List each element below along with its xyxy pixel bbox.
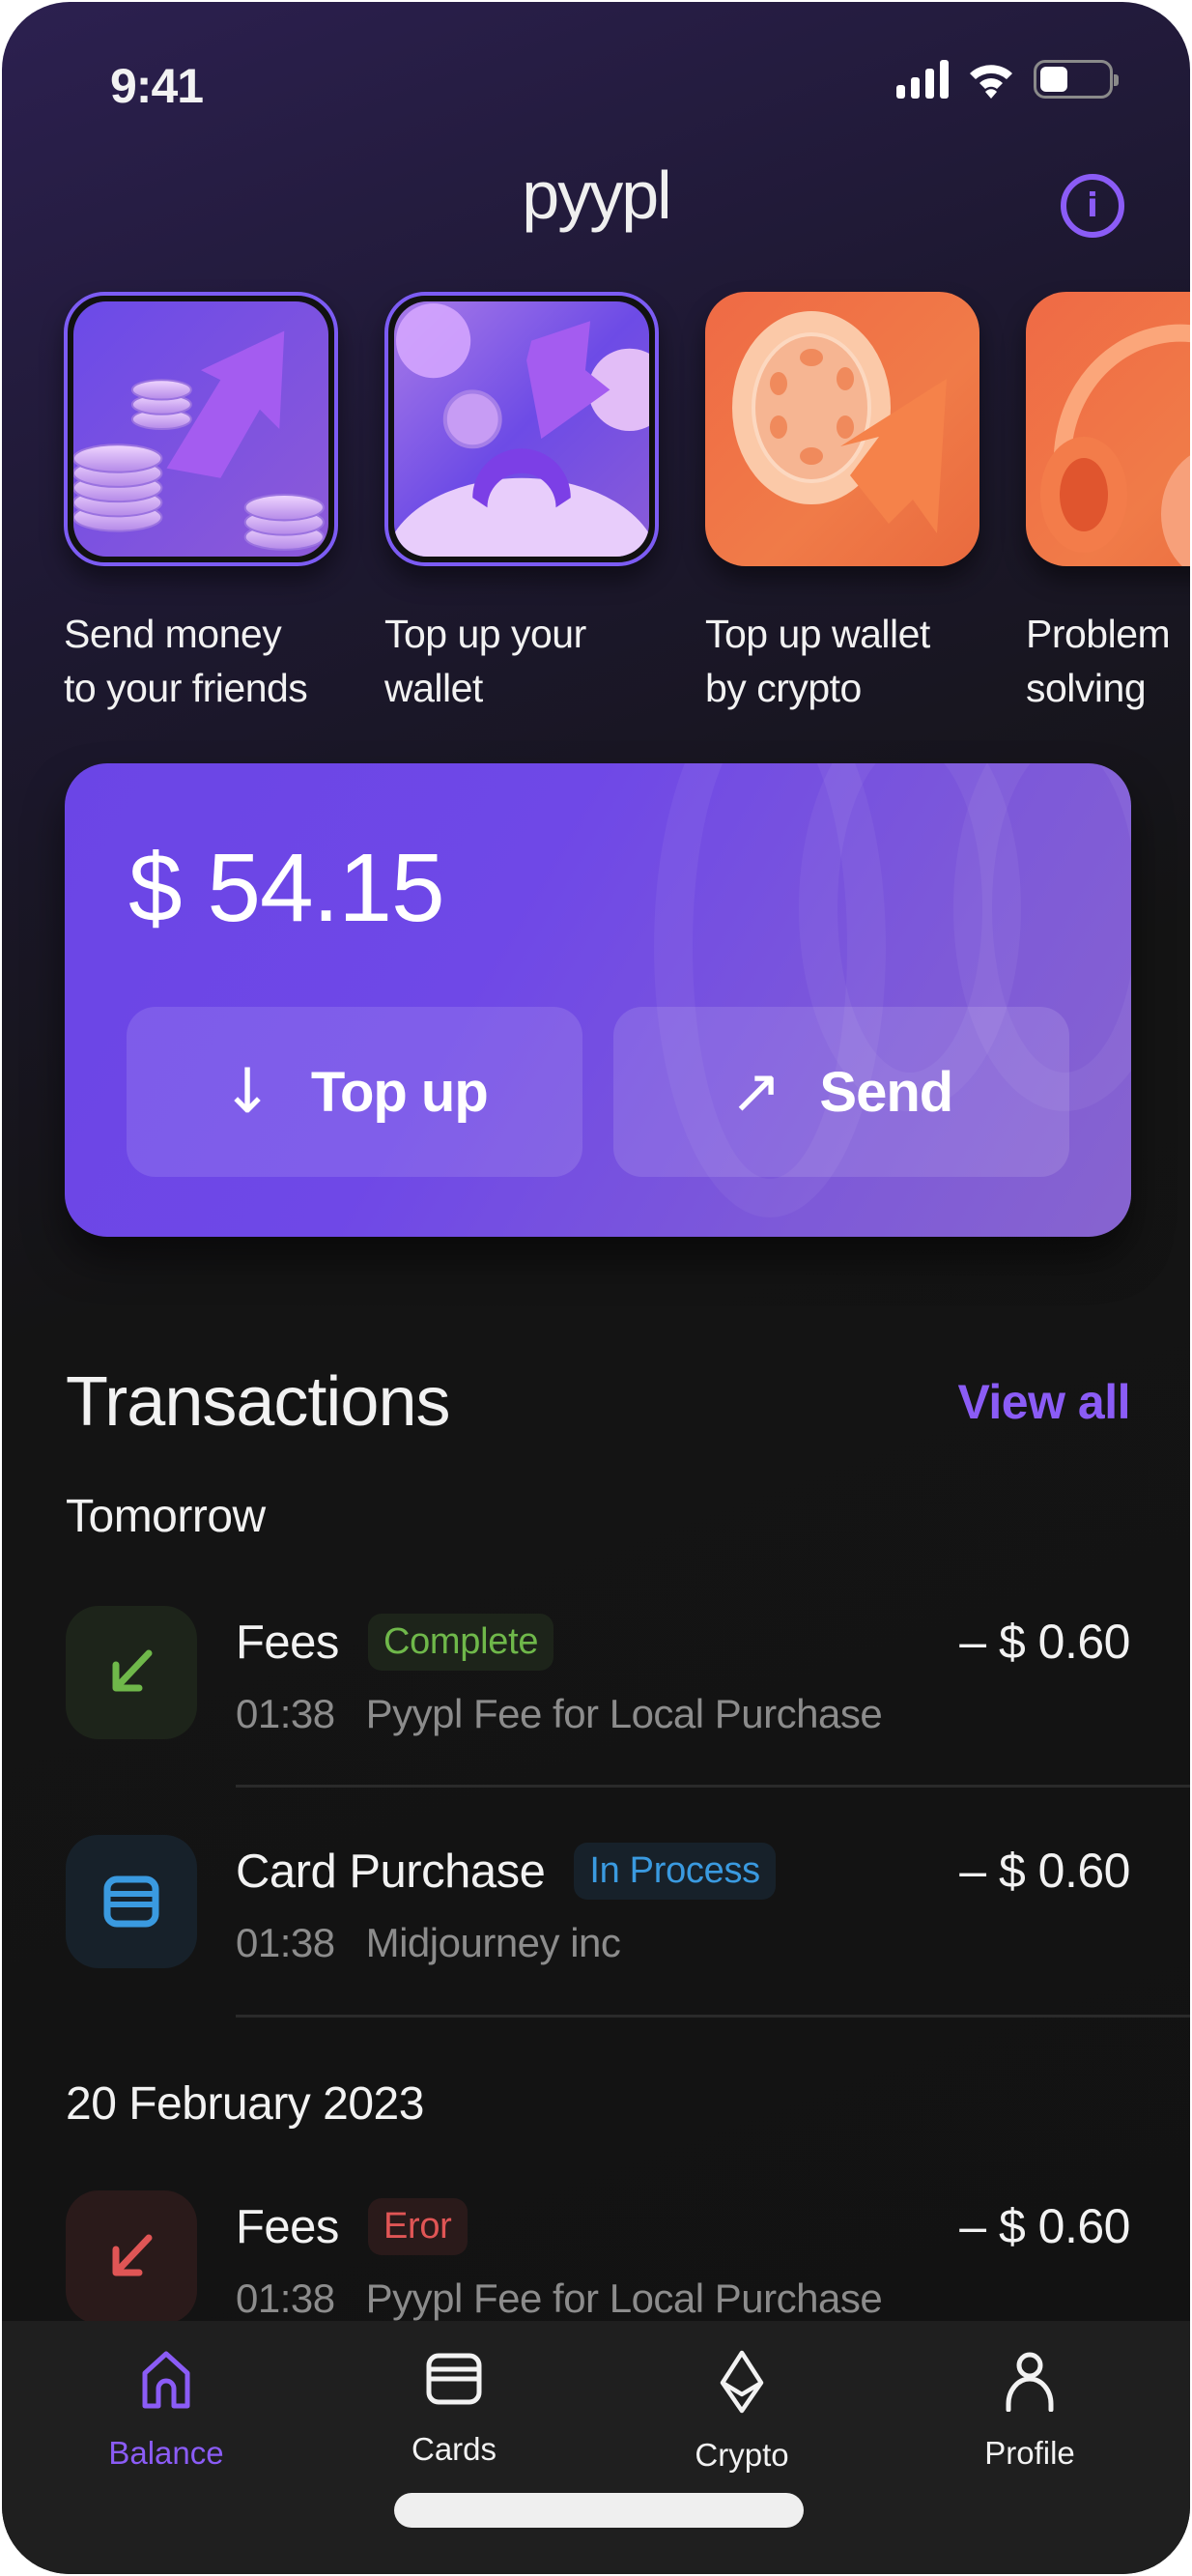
tab-profile[interactable]: Profile [933, 2350, 1126, 2472]
story-image [384, 292, 659, 566]
top-up-button[interactable]: ↓ Top up [127, 1007, 582, 1177]
story-label: Send money to your friends [64, 607, 338, 715]
cellular-signal-icon [896, 60, 949, 99]
status-badge: In Process [574, 1843, 776, 1900]
story-send-money[interactable]: Send money to your friends [64, 292, 338, 715]
coins-arrow-illustration [73, 301, 328, 557]
divider [236, 1785, 1190, 1788]
arrow-down-icon: ↓ [221, 1056, 273, 1128]
person-icon [1006, 2352, 1054, 2412]
transaction-name-row: Card Purchase In Process [236, 1843, 776, 1900]
transactions-title: Transactions [66, 1363, 450, 1441]
story-top-up-crypto[interactable]: Top up wallet by crypto [705, 292, 979, 715]
transaction-time: 01:38 [236, 2275, 335, 2321]
balance-card: $ 54.15 ↓ Top up ↗ Send [65, 763, 1131, 1237]
status-icons [896, 60, 1119, 99]
transaction-details: 01:38 Pyypl Fee for Local Purchase [236, 1691, 883, 1737]
story-label: Top up wallet by crypto [705, 607, 979, 715]
tab-label: Balance [108, 2435, 224, 2471]
divider [236, 2015, 1190, 2018]
info-button[interactable]: i [1061, 174, 1124, 238]
top-up-art [394, 303, 649, 557]
arrow-down-left-icon [112, 2234, 153, 2276]
balance-amount: $ 54.15 [128, 834, 445, 942]
story-label-line: wallet [384, 666, 483, 710]
phone-screen: 9:41 pyypl i Send money to your friends … [2, 2, 1190, 2574]
status-bar: 9:41 [2, 52, 1190, 120]
stories-carousel[interactable]: Send money to your friends Top up your w… [64, 292, 1190, 715]
crypto-coin-art [732, 311, 947, 533]
transaction-time: 01:38 [236, 1691, 335, 1736]
transaction-icon-box [66, 2190, 197, 2324]
tab-bar: Balance Cards Crypto Profile [2, 2321, 1190, 2574]
card-icon [103, 1875, 159, 1928]
transaction-time: 01:38 [236, 1920, 335, 1965]
transaction-icon-box [66, 1835, 197, 1968]
arrow-down-left-icon [112, 1649, 153, 1692]
transaction-amount: – $ 0.60 [959, 1615, 1130, 1669]
send-button[interactable]: ↗ Send [613, 1007, 1069, 1177]
battery-icon [1034, 60, 1119, 99]
transaction-details: 01:38 Midjourney inc [236, 1920, 621, 1966]
story-label-line: by crypto [705, 666, 862, 710]
story-label-line: solving [1026, 666, 1147, 710]
card-icon [426, 2353, 482, 2405]
wifi-icon [970, 65, 1012, 99]
story-problem-solving[interactable]: Problem solving [1026, 292, 1190, 715]
transaction-name: Fees [236, 2200, 339, 2253]
story-label: Top up your wallet [384, 607, 659, 715]
story-image [705, 292, 979, 566]
transaction-row[interactable]: Fees Eror 01:38 Pyypl Fee for Local Purch… [66, 2190, 1130, 2326]
story-image [1026, 292, 1190, 566]
story-label-line: Send money [64, 612, 282, 656]
story-top-up-wallet[interactable]: Top up your wallet [384, 292, 659, 715]
tab-cards[interactable]: Cards [357, 2350, 551, 2468]
tab-crypto[interactable]: Crypto [645, 2350, 838, 2474]
arrow-up-right-icon: ↗ [729, 1056, 782, 1128]
story-label-line: Top up wallet [705, 612, 930, 656]
group-label: Tomorrow [66, 1491, 266, 1542]
tab-balance[interactable]: Balance [70, 2350, 263, 2472]
wallet-illustration [394, 301, 649, 557]
view-all-link[interactable]: View all [957, 1374, 1130, 1430]
status-badge: Eror [367, 2198, 468, 2255]
transaction-description: Pyypl Fee for Local Purchase [365, 1691, 883, 1736]
home-icon [142, 2351, 190, 2409]
tab-label: Crypto [695, 2437, 789, 2473]
transaction-name: Fees [236, 1616, 339, 1669]
tab-label: Cards [411, 2431, 497, 2467]
transaction-name-row: Fees Complete [236, 1614, 554, 1671]
transaction-description: Pyypl Fee for Local Purchase [365, 2275, 883, 2321]
transaction-row[interactable]: Card Purchase In Process 01:38 Midjourney… [66, 1835, 1130, 1970]
transaction-description: Midjourney inc [365, 1920, 621, 1965]
send-money-art [73, 330, 325, 551]
status-badge: Complete [367, 1614, 554, 1671]
story-label-line: Problem [1026, 612, 1171, 656]
transaction-name-row: Fees Eror [236, 2198, 468, 2255]
tab-label: Profile [984, 2435, 1075, 2471]
story-label-line: to your friends [64, 666, 308, 710]
story-label-line: Top up your [384, 612, 586, 656]
home-indicator[interactable] [394, 2493, 804, 2528]
info-icon: i [1087, 186, 1098, 225]
group-label: 20 February 2023 [66, 2078, 424, 2130]
transaction-amount: – $ 0.60 [959, 1844, 1130, 1898]
send-label: Send [819, 1060, 953, 1124]
top-up-label: Top up [310, 1060, 489, 1124]
story-label: Problem solving [1026, 607, 1190, 715]
transaction-details: 01:38 Pyypl Fee for Local Purchase [236, 2275, 883, 2322]
transaction-name: Card Purchase [236, 1845, 546, 1898]
app-logo: pyypl [522, 157, 671, 233]
status-time: 9:41 [110, 59, 204, 113]
transaction-amount: – $ 0.60 [959, 2199, 1130, 2253]
transaction-row[interactable]: Fees Complete 01:38 Pyypl Fee for Local P… [66, 1606, 1130, 1741]
transaction-icon-box [66, 1606, 197, 1739]
story-image [64, 292, 338, 566]
ethereum-icon [720, 2350, 764, 2414]
headphones-art [1040, 324, 1190, 566]
transactions-header: Transactions View all [66, 1362, 1130, 1442]
